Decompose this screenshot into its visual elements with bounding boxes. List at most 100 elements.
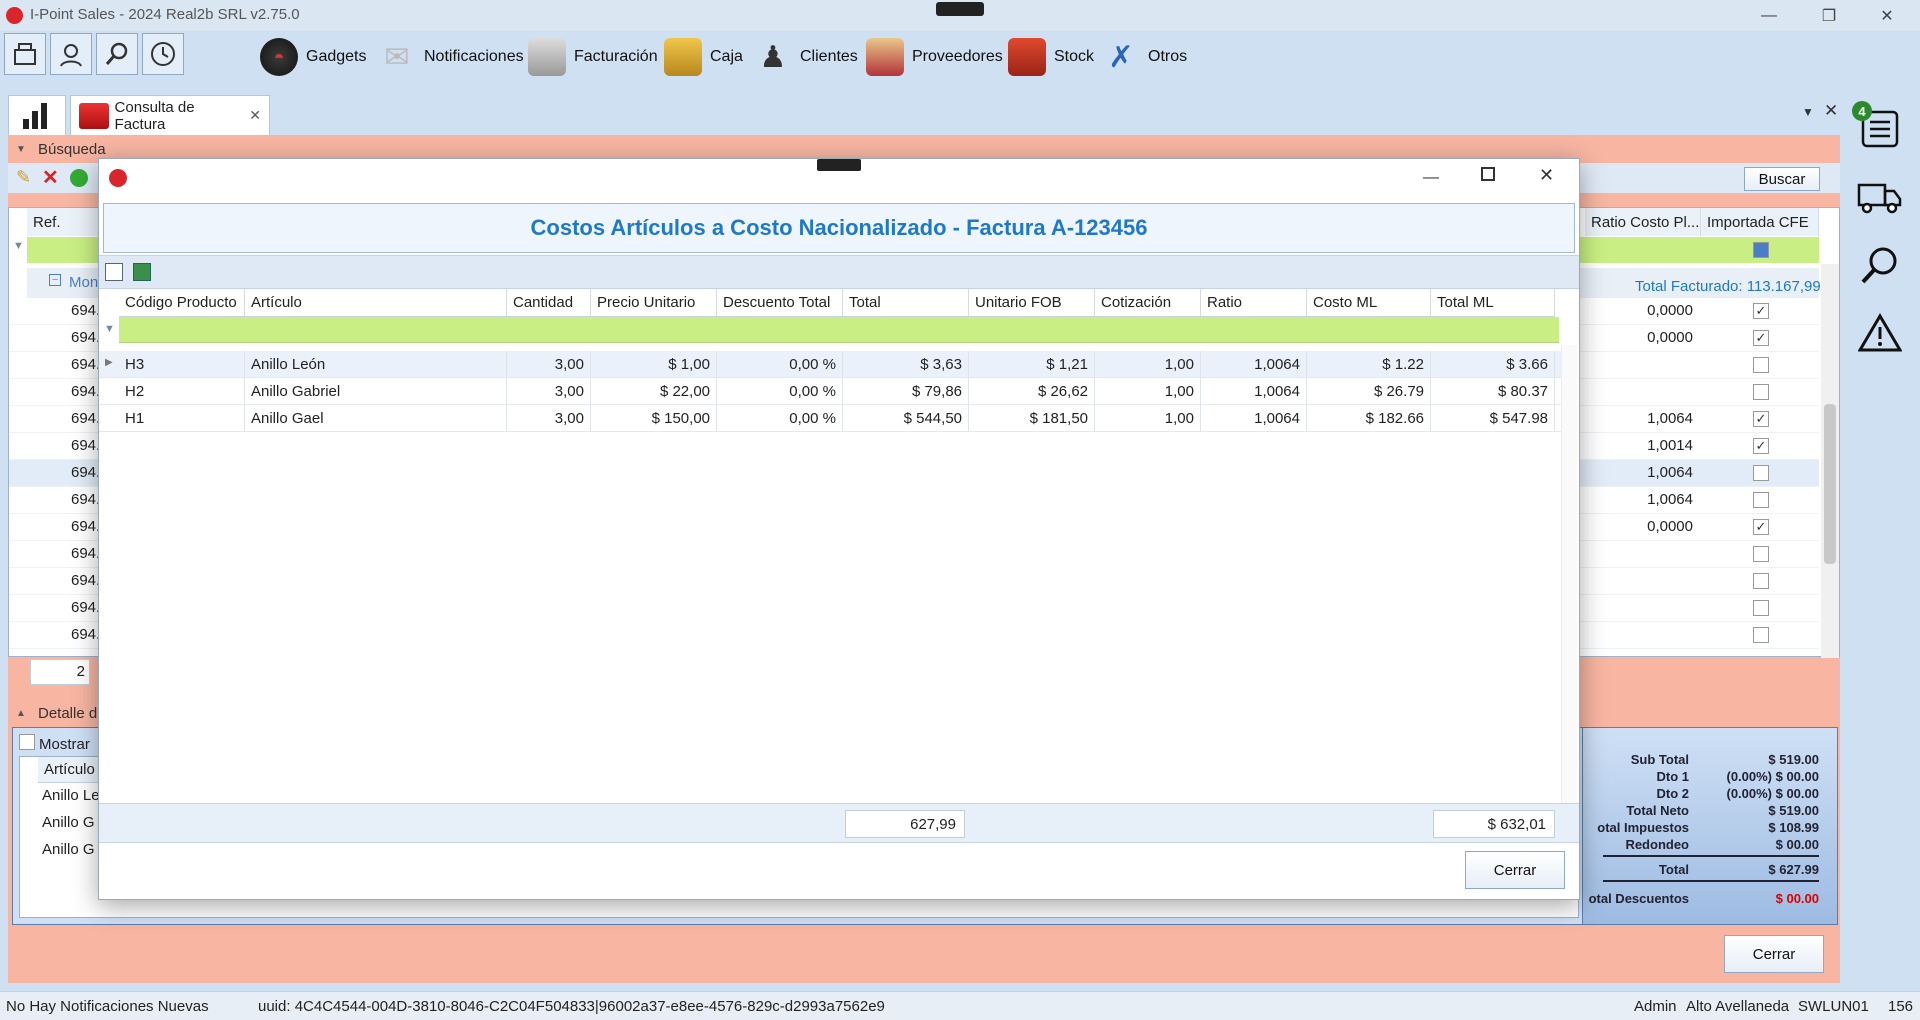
boxes-icon bbox=[1008, 38, 1046, 76]
alerts-button[interactable] bbox=[1856, 309, 1904, 357]
importada-checkbox[interactable]: ✓ bbox=[1753, 411, 1769, 427]
table-cell: Anillo Gael bbox=[245, 405, 507, 432]
table-cell: $ 544,50 bbox=[843, 405, 969, 432]
tab-dropdown-icon[interactable]: ▼ bbox=[1802, 105, 1814, 119]
dialog-title: Costos Artículos a Costo Nacionalizado -… bbox=[103, 203, 1575, 253]
pager-box[interactable]: 2 bbox=[30, 659, 90, 685]
menu-clientes[interactable]: ♟ Clientes bbox=[754, 35, 858, 79]
dialog-maximize-button[interactable] bbox=[1481, 167, 1495, 181]
importada-checkbox[interactable] bbox=[1753, 384, 1769, 400]
table-cell: H2 bbox=[119, 378, 245, 405]
importada-checkbox[interactable] bbox=[1753, 357, 1769, 373]
delivery-button[interactable] bbox=[1856, 173, 1904, 221]
grid-footer: 627,99 $ 632,01 bbox=[99, 803, 1579, 843]
importada-filter-checkbox[interactable] bbox=[1753, 242, 1769, 258]
importada-checkbox[interactable] bbox=[1753, 627, 1769, 643]
menu-notificaciones[interactable]: ✉ Notificaciones bbox=[378, 35, 523, 79]
menu-caja[interactable]: Caja bbox=[664, 35, 743, 79]
drag-handle[interactable] bbox=[936, 2, 984, 16]
table-cell: $ 22,00 bbox=[591, 378, 717, 405]
history-quick-button[interactable] bbox=[142, 33, 184, 75]
column-header[interactable]: Cantidad bbox=[507, 289, 591, 317]
importada-checkbox[interactable] bbox=[1753, 600, 1769, 616]
dialog-drag-handle[interactable] bbox=[817, 159, 861, 171]
window-titlebar: I-Point Sales - 2024 Real2b SRL v2.75.0 … bbox=[0, 0, 1920, 31]
importada-checkbox[interactable]: ✓ bbox=[1753, 303, 1769, 319]
dialog-cerrar-button[interactable]: Cerrar bbox=[1465, 851, 1565, 889]
menu-otros[interactable]: ✗ Otros bbox=[1102, 35, 1187, 79]
summary-divider bbox=[1603, 855, 1819, 857]
col-ratio-header[interactable]: Ratio Costo Pl... bbox=[1585, 208, 1701, 236]
dialog-close-button[interactable]: ✕ bbox=[1539, 165, 1554, 186]
filter-icon: ▼ bbox=[104, 323, 115, 335]
tab-consulta-factura[interactable]: Consulta de Factura ✕ bbox=[70, 95, 270, 135]
articulo-row[interactable]: Anillo G bbox=[42, 841, 95, 858]
ratio-cell: 1,0064 bbox=[1647, 410, 1693, 427]
table-row[interactable]: H1 Anillo Gael 3,00 $ 150,00 0,00 % $ 544,50 $… bbox=[99, 405, 1561, 432]
menu-stock[interactable]: Stock bbox=[1008, 35, 1094, 79]
excel-export-icon[interactable] bbox=[133, 263, 151, 281]
importada-checkbox[interactable]: ✓ bbox=[1753, 519, 1769, 535]
table-cell: $ 3,63 bbox=[843, 351, 969, 378]
close-all-tabs-icon[interactable]: ✕ bbox=[1824, 101, 1838, 121]
folder-icon bbox=[79, 102, 109, 129]
table-cell: 1,0064 bbox=[1201, 405, 1307, 432]
menu-gadgets[interactable]: ◓ Gadgets bbox=[260, 35, 366, 79]
column-header[interactable]: Código Producto bbox=[119, 289, 245, 317]
restore-button[interactable]: ❐ bbox=[1800, 0, 1858, 31]
summary-label: Sub Total bbox=[1630, 752, 1689, 767]
articulo-row[interactable]: Anillo G bbox=[42, 814, 95, 831]
column-header[interactable]: Total ML bbox=[1431, 289, 1555, 317]
search-side-button[interactable] bbox=[1856, 241, 1904, 289]
column-header[interactable]: Descuento Total bbox=[717, 289, 843, 317]
column-header[interactable]: Ratio bbox=[1201, 289, 1307, 317]
column-header[interactable]: Unitario FOB bbox=[969, 289, 1095, 317]
table-cell: $ 26,62 bbox=[969, 378, 1095, 405]
importada-checkbox[interactable] bbox=[1753, 465, 1769, 481]
truck-icon bbox=[1857, 183, 1902, 214]
scrollbar-thumb[interactable] bbox=[1824, 404, 1836, 564]
cash-register-quick-button[interactable] bbox=[4, 33, 46, 75]
importada-checkbox[interactable] bbox=[1753, 573, 1769, 589]
importada-checkbox[interactable]: ✓ bbox=[1753, 438, 1769, 454]
dashboard-tab[interactable] bbox=[8, 95, 66, 135]
column-header[interactable]: Total bbox=[843, 289, 969, 317]
close-window-button[interactable]: ✕ bbox=[1858, 0, 1916, 31]
notifications-status[interactable]: No Hay Notificaciones Nuevas bbox=[6, 998, 209, 1015]
group-expander-icon[interactable]: – bbox=[49, 274, 61, 286]
refresh-icon[interactable] bbox=[70, 169, 88, 187]
edit-icon[interactable]: ✎ bbox=[16, 167, 31, 188]
minimize-button[interactable]: — bbox=[1740, 0, 1798, 31]
footer-total-ml: $ 632,01 bbox=[1433, 810, 1555, 838]
grid-filter-row[interactable] bbox=[119, 317, 1559, 343]
table-row[interactable]: H2 Anillo Gabriel 3,00 $ 22,00 0,00 % $ 79,86… bbox=[99, 378, 1561, 405]
column-header[interactable]: Precio Unitario bbox=[591, 289, 717, 317]
table-cell: $ 80.37 bbox=[1431, 378, 1555, 405]
col-importada-header[interactable]: Importada CFE bbox=[1701, 208, 1819, 236]
importada-checkbox[interactable] bbox=[1753, 492, 1769, 508]
tab-strip: Consulta de Factura ✕ ▼ ✕ bbox=[0, 91, 1840, 135]
importada-checkbox[interactable]: ✓ bbox=[1753, 330, 1769, 346]
column-header[interactable]: Cotización bbox=[1095, 289, 1201, 317]
table-row[interactable]: ▶ H3 Anillo León 3,00 $ 1,00 0,00 % $ 3,63 $ 1,… bbox=[99, 351, 1561, 378]
column-header[interactable]: Artículo bbox=[245, 289, 507, 317]
buscar-button[interactable]: Buscar bbox=[1744, 167, 1820, 191]
column-header[interactable]: Costo ML bbox=[1307, 289, 1431, 317]
menu-facturacion[interactable]: Facturación bbox=[528, 35, 658, 79]
ref-cell: 694. bbox=[71, 410, 101, 427]
search-quick-button[interactable] bbox=[96, 33, 138, 75]
articulo-row[interactable]: Anillo Le bbox=[42, 787, 100, 804]
mostrar-checkbox[interactable] bbox=[19, 734, 35, 750]
importada-checkbox[interactable] bbox=[1753, 546, 1769, 562]
print-preview-icon[interactable] bbox=[105, 263, 123, 281]
delete-icon[interactable]: ✕ bbox=[42, 165, 59, 190]
vertical-scrollbar[interactable] bbox=[1821, 264, 1839, 658]
menu-proveedores[interactable]: Proveedores bbox=[866, 35, 1003, 79]
cerrar-main-button[interactable]: Cerrar bbox=[1724, 935, 1824, 973]
dialog-minimize-button[interactable]: — bbox=[1423, 169, 1439, 187]
menu-label: Facturación bbox=[574, 48, 658, 65]
menu-label: Clientes bbox=[800, 48, 858, 65]
grid-scrollbar[interactable] bbox=[1561, 345, 1577, 803]
close-tab-icon[interactable]: ✕ bbox=[249, 107, 261, 124]
user-quick-button[interactable] bbox=[50, 33, 92, 75]
